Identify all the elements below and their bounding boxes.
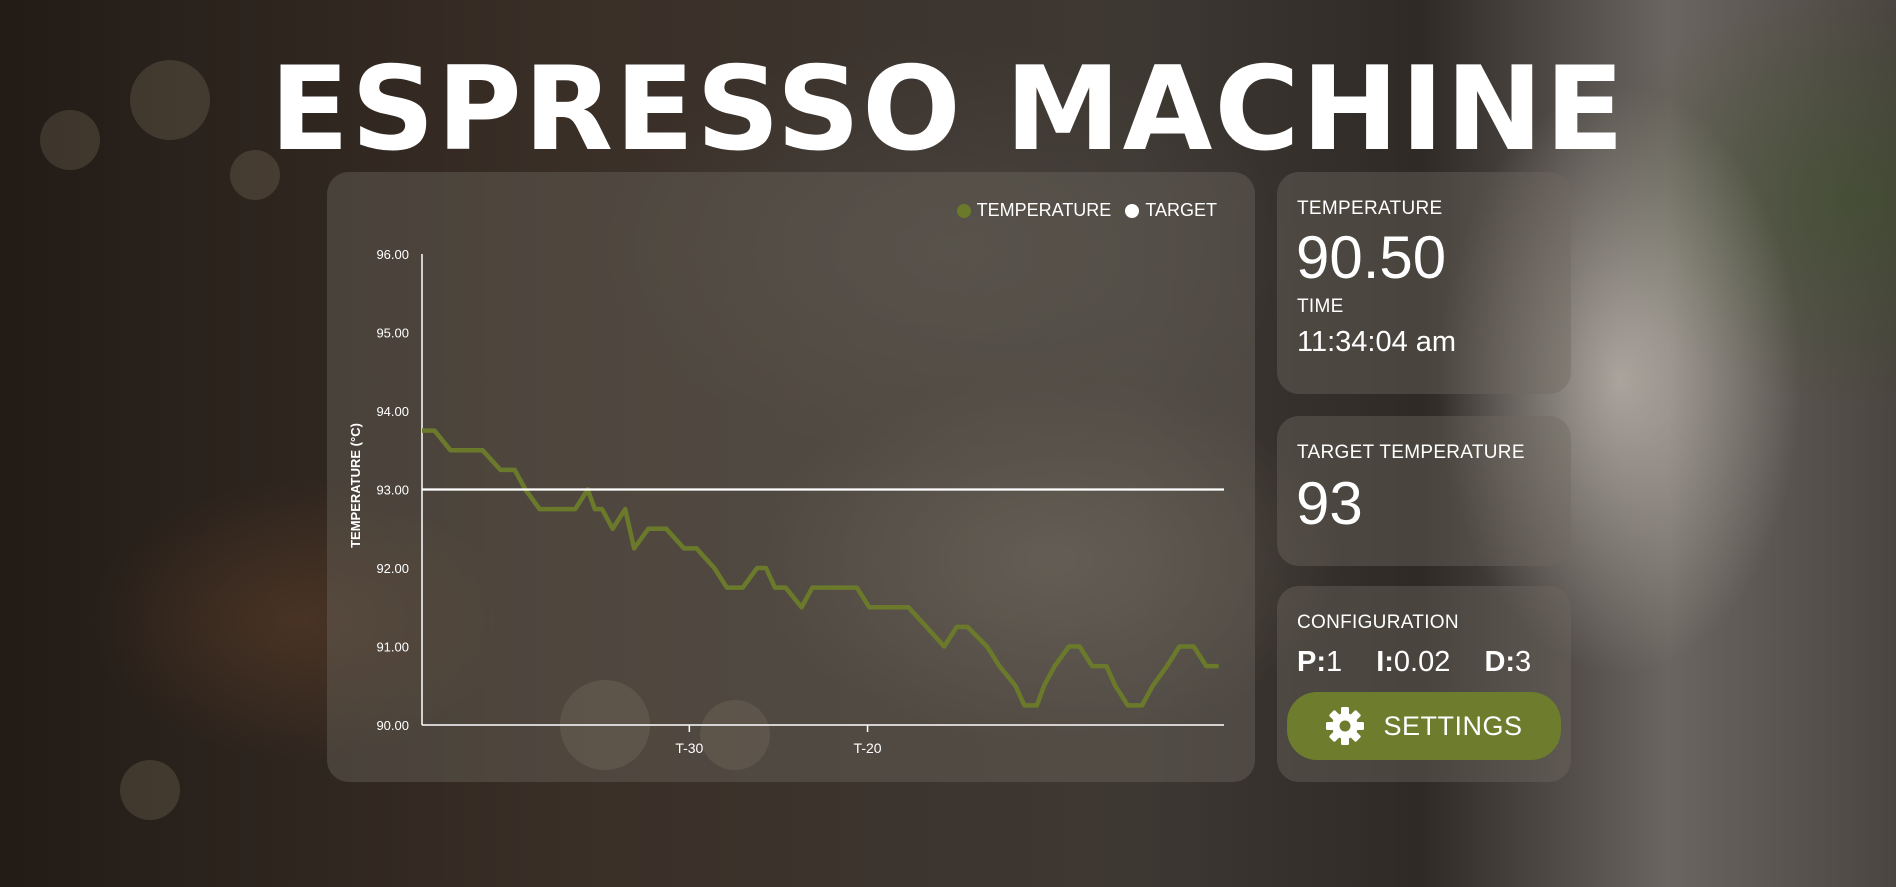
y-axis-title: TEMPERATURE (°C) [348,423,363,548]
configuration-label: CONFIGURATION [1297,612,1459,633]
i-value-group: I:0.02 [1376,646,1450,678]
settings-button[interactable]: SETTINGS [1287,692,1561,760]
chart-panel: TEMPERATURE TARGET 96.00 95.00 94.00 93.00 9… [327,172,1255,782]
temperature-label: TEMPERATURE [1297,198,1443,219]
temperature-value: 90.50 [1296,224,1447,291]
p-key: P: [1297,646,1326,678]
settings-button-label: SETTINGS [1383,710,1523,741]
i-value: 0.02 [1393,646,1451,678]
temperature-chart: 96.00 95.00 94.00 93.00 92.00 91.00 90.00 T-30 T… [348,247,1224,756]
i-key: I: [1376,646,1394,678]
y-tick-label: 95.00 [376,326,409,341]
x-tick-label: T-20 [854,740,882,756]
p-value: 1 [1326,646,1343,678]
configuration-card: CONFIGURATION P:1 I:0.02 D:3 SETTINGS [1277,586,1571,782]
target-temperature-label: TARGET TEMPERATURE [1297,442,1525,463]
y-tick-label: 93.00 [376,483,409,498]
d-key: D: [1484,646,1516,678]
y-tick-label: 92.00 [376,561,409,576]
series-line-temperature [422,428,1219,708]
readings-card: TEMPERATURE 90.50 TIME 11:34:04 am [1277,172,1571,394]
time-label: TIME [1297,296,1344,317]
target-card: TARGET TEMPERATURE 93 [1277,416,1571,566]
time-value: 11:34:04 am [1297,326,1457,358]
x-tick-label: T-30 [675,740,703,756]
d-value: 3 [1515,646,1532,678]
page-title: ESPRESSO MACHINE [269,42,1627,177]
target-temperature-value: 93 [1296,470,1363,537]
pid-values: P:1 I:0.02 D:3 [1297,646,1557,679]
y-tick-label: 90.00 [376,718,409,733]
y-tick-label: 91.00 [376,640,409,655]
d-value-group: D:3 [1484,646,1531,678]
p-value-group: P:1 [1297,646,1342,678]
y-tick-label: 96.00 [376,247,409,262]
gear-icon [1326,707,1365,745]
y-tick-label: 94.00 [376,404,409,419]
